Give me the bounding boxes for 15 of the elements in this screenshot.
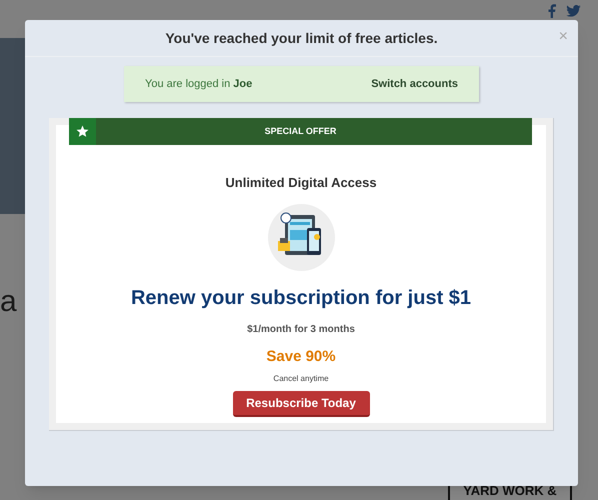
twitter-icon xyxy=(566,5,581,17)
price-details: $1/month for 3 months xyxy=(247,322,355,336)
modal-title: You've reached your limit of free articles. xyxy=(165,28,438,48)
savings-text: Save 90% xyxy=(266,346,336,366)
offer-headline: Renew your subscription for just $1 xyxy=(130,286,472,310)
login-status: You are logged in Joe xyxy=(145,76,252,92)
cancel-note: Cancel anytime xyxy=(273,373,329,385)
banner-label: SPECIAL OFFER xyxy=(264,124,336,138)
star-icon xyxy=(76,125,89,138)
product-name: Unlimited Digital Access xyxy=(225,174,377,192)
switch-accounts-link[interactable]: Switch accounts xyxy=(371,76,458,92)
page-heading: a xyxy=(0,287,17,317)
resubscribe-button[interactable]: Resubscribe Today xyxy=(232,391,370,417)
facebook-icon xyxy=(548,4,556,18)
devices-icon xyxy=(268,204,334,270)
